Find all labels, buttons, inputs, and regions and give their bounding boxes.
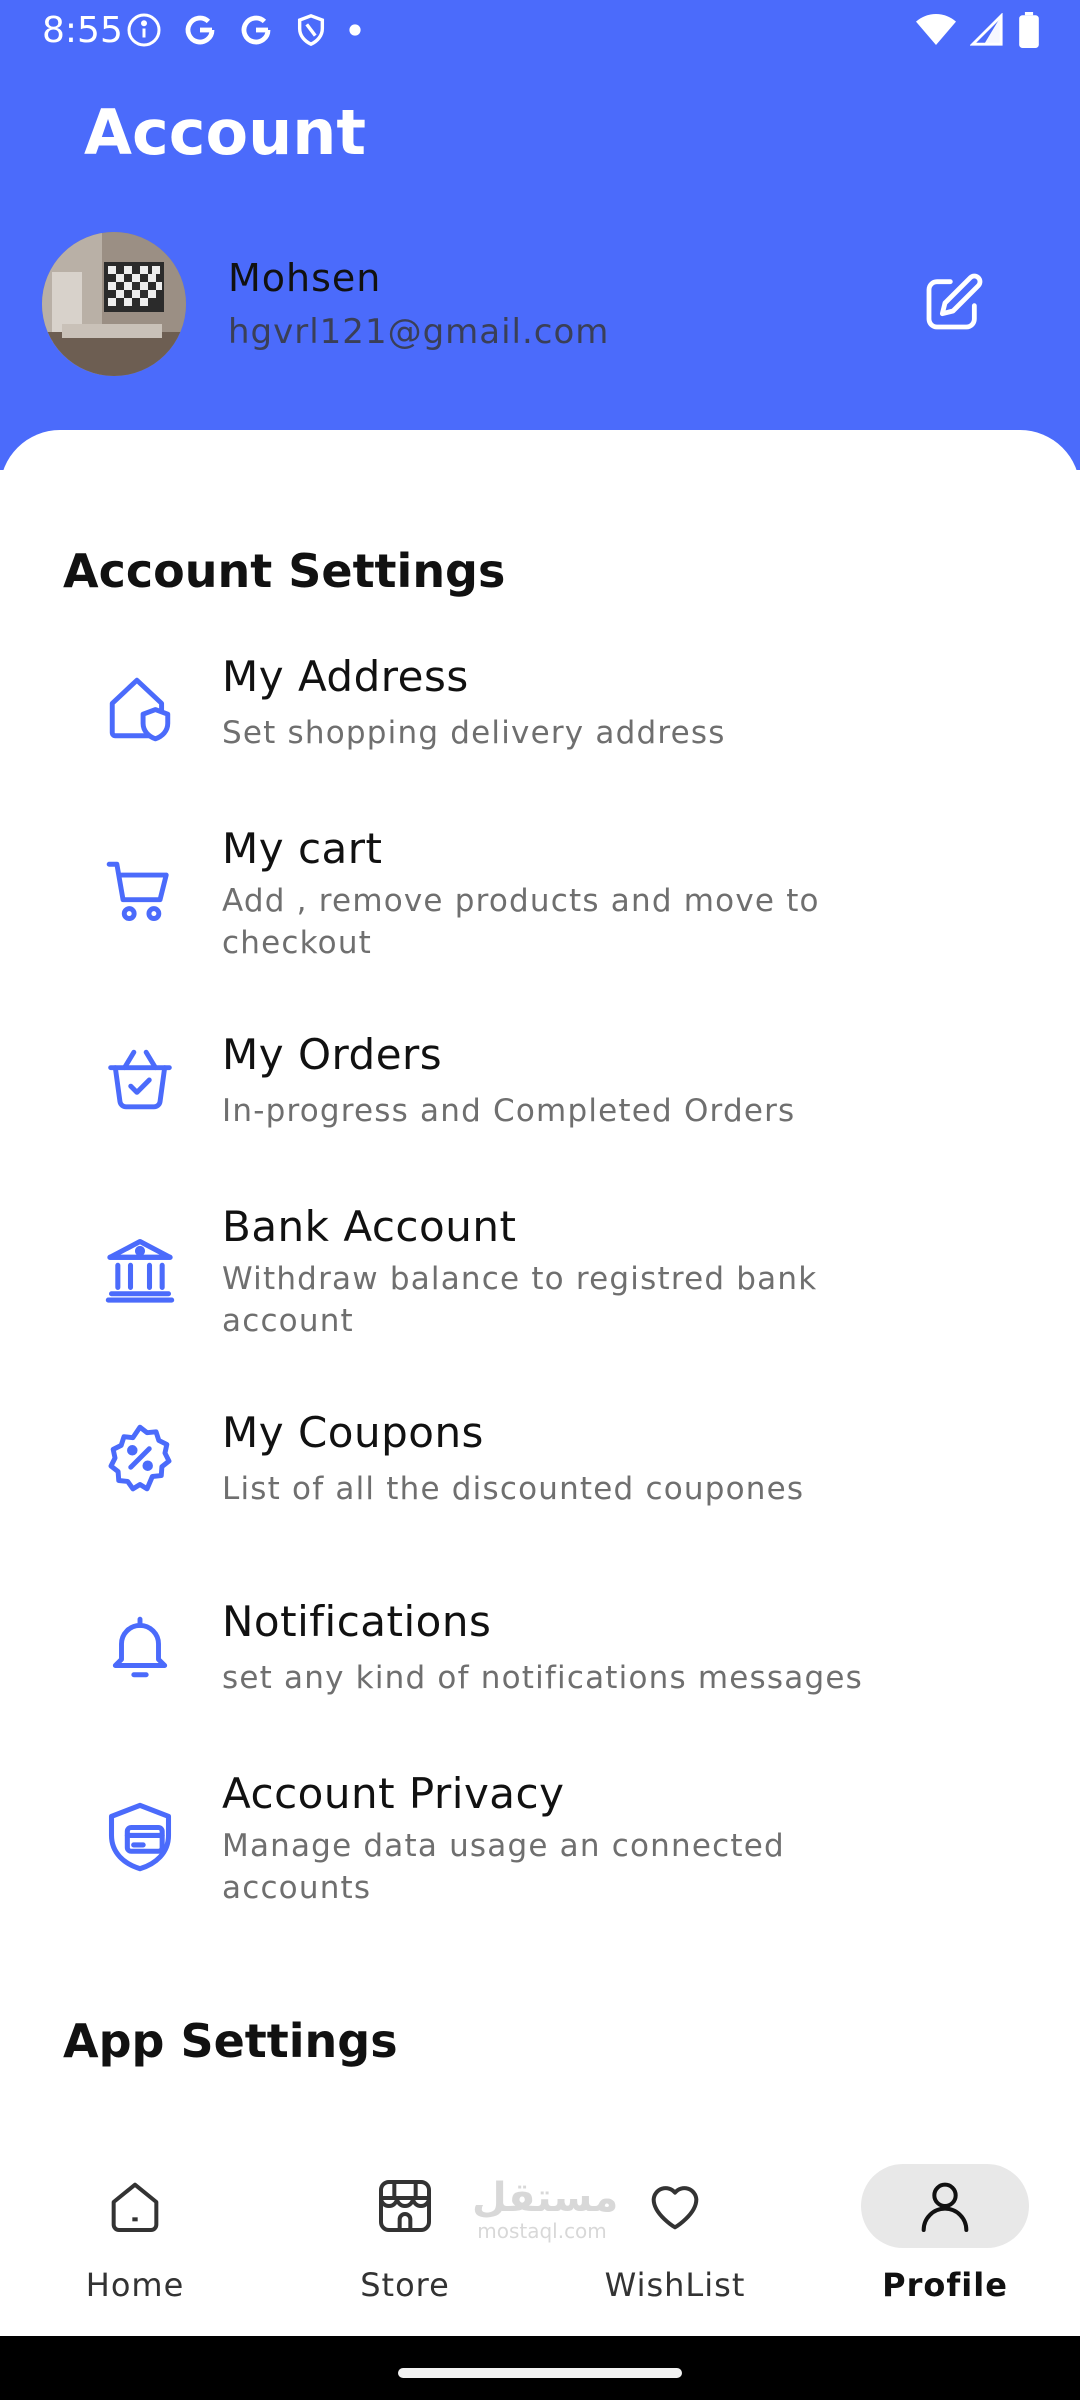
battery-icon <box>1018 12 1040 48</box>
menu-item-account-privacy[interactable]: Account Privacy Manage data usage an con… <box>0 1767 1080 1917</box>
watermark-arabic: مستقل <box>472 2175 619 2221</box>
menu-item-my-coupons[interactable]: My Coupons List of all the discounted co… <box>0 1406 1080 1536</box>
cart-icon <box>100 852 180 932</box>
avatar[interactable] <box>42 232 186 376</box>
status-time: 8:55 <box>42 10 123 51</box>
item-subtitle: List of all the discounted coupones <box>222 1471 805 1507</box>
app-settings-heading: App Settings <box>63 2014 398 2068</box>
menu-item-my-address[interactable]: My Address Set shopping delivery address <box>0 650 1080 780</box>
item-title: My cart <box>222 824 383 873</box>
menu-item-my-orders[interactable]: My Orders In-progress and Completed Orde… <box>0 1028 1080 1158</box>
home-shield-icon <box>100 668 180 748</box>
item-subtitle: Manage data usage an connected accounts <box>222 1828 785 1906</box>
watermark: مستقل mostaql.com <box>472 2175 619 2243</box>
nav-label: Home <box>85 2266 185 2304</box>
item-subtitle: set any kind of notifications messages <box>222 1660 863 1696</box>
item-subtitle: Withdraw balance to registred bank accou… <box>222 1261 818 1339</box>
page-title: Account <box>84 96 366 169</box>
google-icon <box>238 12 274 48</box>
heart-icon <box>651 2186 699 2230</box>
shield-icon <box>294 12 328 48</box>
bell-icon <box>100 1607 180 1687</box>
item-subtitle: In-progress and Completed Orders <box>222 1093 796 1129</box>
watermark-latin: mostaql.com <box>477 2219 607 2243</box>
profile-header: 8:55 Account Mohsen hgvrl121@gmail.com <box>0 0 1080 470</box>
discount-badge-icon <box>100 1418 180 1498</box>
nav-profile[interactable]: Profile <box>845 2164 1045 2324</box>
user-name: Mohsen <box>228 256 382 300</box>
menu-item-bank-account[interactable]: Bank Account Withdraw balance to registr… <box>0 1200 1080 1350</box>
basket-check-icon <box>100 1040 180 1120</box>
user-email: hgvrl121@gmail.com <box>228 312 610 352</box>
nav-home[interactable]: Home <box>35 2164 235 2324</box>
item-title: Account Privacy <box>222 1769 565 1818</box>
item-title: My Address <box>222 652 469 701</box>
edit-icon <box>926 273 983 330</box>
item-title: My Coupons <box>222 1408 484 1457</box>
nav-label: WishList <box>604 2266 746 2304</box>
card-shield-icon <box>100 1797 180 1877</box>
item-title: Notifications <box>222 1597 492 1646</box>
home-icon <box>111 2182 159 2232</box>
bank-icon <box>100 1230 180 1310</box>
item-title: Bank Account <box>222 1202 517 1251</box>
status-bar: 8:55 <box>0 0 1080 64</box>
store-icon <box>379 2180 431 2232</box>
nav-label: Profile <box>882 2266 1008 2304</box>
menu-item-notifications[interactable]: Notifications set any kind of notificati… <box>0 1595 1080 1725</box>
wifi-icon <box>916 13 956 47</box>
nav-active-indicator <box>861 2164 1029 2248</box>
signal-icon <box>970 13 1004 47</box>
edit-profile-button[interactable] <box>918 268 988 338</box>
user-icon <box>921 2182 969 2232</box>
item-title: My Orders <box>222 1030 443 1079</box>
account-settings-heading: Account Settings <box>63 544 506 598</box>
nav-label: Store <box>360 2266 450 2304</box>
dot-icon <box>348 23 362 37</box>
item-subtitle: Set shopping delivery address <box>222 715 726 751</box>
item-subtitle: Add , remove products and move to checko… <box>222 883 820 961</box>
google-icon <box>182 12 218 48</box>
info-icon <box>126 12 162 48</box>
menu-item-my-cart[interactable]: My cart Add , remove products and move t… <box>0 822 1080 972</box>
home-gesture-bar[interactable] <box>398 2368 682 2378</box>
